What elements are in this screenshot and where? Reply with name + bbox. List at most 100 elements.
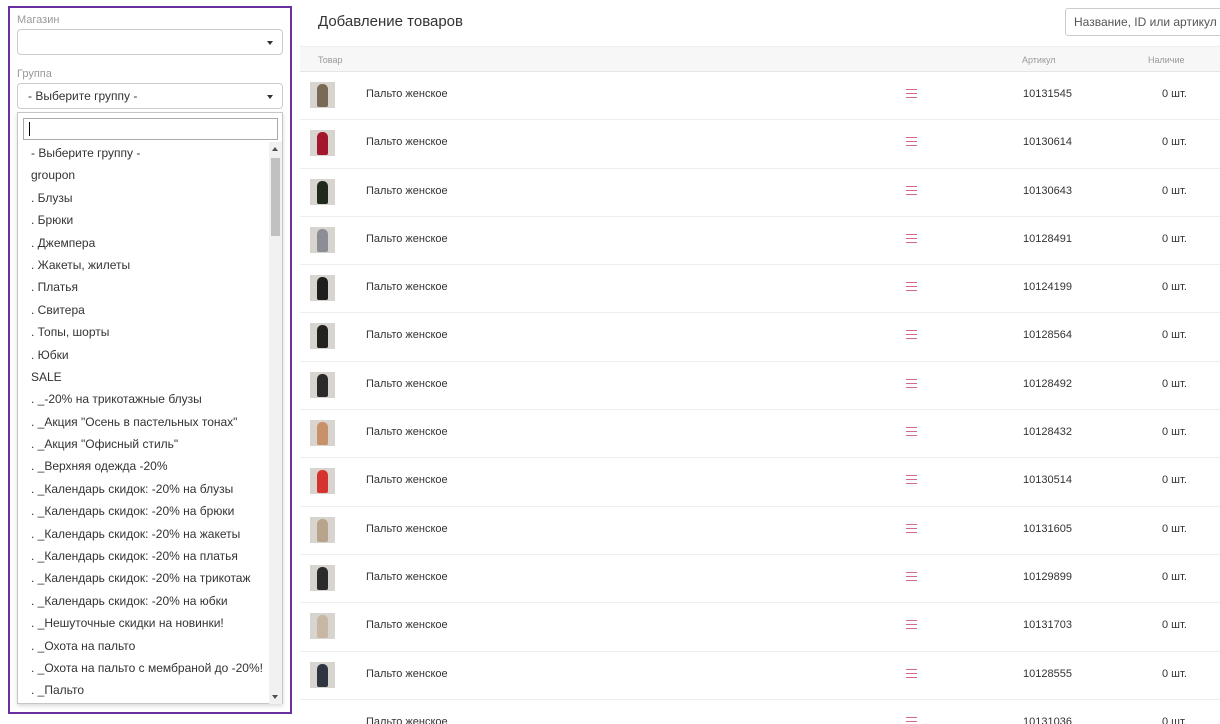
- product-thumbnail: [310, 323, 335, 350]
- product-sku: 10128564: [1023, 329, 1072, 342]
- menu-icon[interactable]: [906, 282, 917, 292]
- table-row[interactable]: Пальто женское 10129899 0 шт.: [300, 555, 1220, 604]
- dropdown-option[interactable]: . _Нешуточные скидки на новинки!: [18, 612, 270, 634]
- product-sku: 10130614: [1023, 136, 1072, 149]
- menu-icon[interactable]: [906, 89, 917, 98]
- dropdown-option[interactable]: . _Акция "Осень в пастельных тонах": [18, 411, 270, 433]
- table-row[interactable]: Пальто женское 10131703 0 шт.: [300, 603, 1220, 652]
- product-search-input[interactable]: [1065, 8, 1220, 36]
- dropdown-option[interactable]: - Выберите группу -: [18, 142, 270, 164]
- product-photo-figure: [317, 180, 328, 204]
- group-select[interactable]: - Выберите группу -: [17, 83, 283, 109]
- menu-icon[interactable]: [906, 523, 917, 533]
- table-row[interactable]: Пальто женское 10128555 0 шт.: [300, 652, 1220, 700]
- store-select[interactable]: [17, 29, 283, 55]
- dropdown-option[interactable]: . _Календарь скидок: -20% на блузы: [18, 478, 270, 500]
- dropdown-option[interactable]: . _Календарь скидок: -20% на трикотаж: [18, 567, 270, 589]
- dropdown-option[interactable]: . _Пальто: [18, 679, 270, 701]
- table-row[interactable]: Пальто женское 10128432 0 шт.: [300, 410, 1220, 459]
- dropdown-option[interactable]: . Блузы: [18, 187, 270, 209]
- menu-icon[interactable]: [906, 185, 917, 195]
- page-title: Добавление товаров: [318, 13, 463, 30]
- dropdown-option[interactable]: SALE: [18, 366, 270, 388]
- product-photo-figure: [317, 711, 328, 724]
- product-photo-figure: [317, 663, 328, 687]
- table-row[interactable]: Пальто женское 10131036 0 шт.: [300, 700, 1220, 724]
- menu-icon[interactable]: [906, 716, 917, 724]
- product-photo-figure: [317, 132, 328, 156]
- dropdown-option[interactable]: . _Охота на пальто: [18, 635, 270, 657]
- dropdown-option[interactable]: . _Календарь скидок: -20% на платья: [18, 545, 270, 567]
- product-sku: 10131036: [1023, 715, 1072, 724]
- product-name: Пальто женское: [366, 715, 448, 724]
- dropdown-option[interactable]: groupon: [18, 164, 270, 186]
- product-stock: 0 шт.: [1162, 329, 1187, 342]
- menu-icon[interactable]: [906, 137, 917, 147]
- dropdown-option[interactable]: . Жакеты, жилеты: [18, 254, 270, 276]
- dropdown-option[interactable]: . Свитера: [18, 299, 270, 321]
- product-sku: 10131703: [1023, 619, 1072, 632]
- dropdown-option[interactable]: . _-20% на трикотажные блузы: [18, 388, 270, 410]
- product-stock: 0 шт.: [1162, 88, 1187, 100]
- product-sku: 10131545: [1023, 88, 1072, 100]
- table-row[interactable]: Пальто женское 10130643 0 шт.: [300, 169, 1220, 217]
- product-name: Пальто женское: [366, 184, 448, 197]
- menu-icon[interactable]: [906, 330, 917, 340]
- dropdown-option[interactable]: . Платья: [18, 276, 270, 298]
- product-stock: 0 шт.: [1162, 426, 1187, 439]
- dropdown-option[interactable]: . Джемпера: [18, 232, 270, 254]
- menu-icon[interactable]: [906, 571, 917, 581]
- table-header: Товар Артикул Наличие: [300, 46, 1220, 72]
- product-stock: 0 шт.: [1162, 232, 1187, 245]
- dropdown-option[interactable]: . _Верхняя одежда -20%: [18, 455, 270, 477]
- product-sku: 10131605: [1023, 522, 1072, 535]
- table-row[interactable]: Пальто женское 10128492 0 шт.: [300, 362, 1220, 411]
- table-row[interactable]: Пальто женское 10130614 0 шт.: [300, 120, 1220, 169]
- dropdown-option[interactable]: . Топы, шорты: [18, 321, 270, 343]
- product-name: Пальто женское: [366, 522, 448, 535]
- dropdown-option[interactable]: . _Охота на пальто с мембраной до -20%!: [18, 657, 270, 679]
- dropdown-option[interactable]: . _Акция "Офисный стиль": [18, 433, 270, 455]
- product-name: Пальто женское: [366, 232, 448, 245]
- table-row[interactable]: Пальто женское 10124199 0 шт.: [300, 265, 1220, 314]
- table-row[interactable]: Пальто женское 10131605 0 шт.: [300, 507, 1220, 555]
- product-name: Пальто женское: [366, 88, 448, 100]
- table-row[interactable]: Пальто женское 10131545 0 шт.: [300, 72, 1220, 121]
- scroll-down-arrow-icon[interactable]: [272, 695, 278, 699]
- product-thumbnail: [310, 371, 335, 398]
- dropdown-option[interactable]: . Юбки: [18, 344, 270, 366]
- product-sku: 10128492: [1023, 377, 1072, 390]
- dropdown-option[interactable]: . _Календарь скидок: -20% на жакеты: [18, 523, 270, 545]
- group-label: Группа: [17, 68, 52, 80]
- dropdown-option[interactable]: . Брюки: [18, 209, 270, 231]
- table-row[interactable]: Пальто женское 10130514 0 шт.: [300, 458, 1220, 507]
- product-thumbnail: [310, 130, 335, 157]
- dropdown-search-input[interactable]: [23, 118, 278, 140]
- chevron-down-icon: [267, 95, 273, 99]
- group-select-value: - Выберите группу -: [28, 89, 138, 103]
- table-row[interactable]: Пальто женское 10128564 0 шт.: [300, 313, 1220, 362]
- product-stock: 0 шт.: [1162, 184, 1187, 197]
- menu-icon[interactable]: [906, 475, 917, 485]
- product-stock: 0 шт.: [1162, 570, 1187, 583]
- dropdown-scrollbar[interactable]: [269, 142, 282, 704]
- dropdown-option[interactable]: . _Календарь скидок: -20% на брюки: [18, 500, 270, 522]
- product-table: Пальто женское 10131545 0 шт. Пальто женско…: [300, 72, 1220, 724]
- menu-icon[interactable]: [906, 620, 917, 630]
- product-thumbnail: [310, 468, 335, 495]
- product-name: Пальто женское: [366, 281, 448, 294]
- product-thumbnail: [310, 564, 335, 591]
- menu-icon[interactable]: [906, 427, 917, 437]
- filter-panel: Магазин Группа - Выберите группу - - Выб…: [8, 6, 292, 714]
- table-row[interactable]: Пальто женское 10128491 0 шт.: [300, 217, 1220, 266]
- product-stock: 0 шт.: [1162, 667, 1187, 680]
- product-name: Пальто женское: [366, 377, 448, 390]
- group-dropdown: - Выберите группу - groupon. Блузы. Брюки…: [17, 112, 283, 704]
- menu-icon[interactable]: [906, 378, 917, 388]
- menu-icon[interactable]: [906, 233, 917, 243]
- scroll-up-arrow-icon[interactable]: [272, 147, 278, 151]
- dropdown-option[interactable]: . _Календарь скидок: -20% на юбки: [18, 590, 270, 612]
- menu-icon[interactable]: [906, 668, 917, 678]
- scrollbar-thumb[interactable]: [271, 158, 280, 236]
- product-photo-figure: [317, 470, 328, 494]
